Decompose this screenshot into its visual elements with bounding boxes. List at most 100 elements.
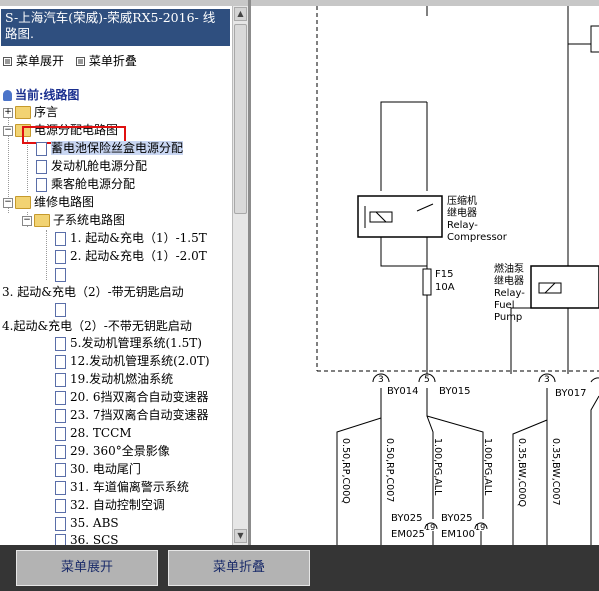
relay1-line3: Relay- [447,220,478,231]
folder-icon [15,106,31,119]
page-icon [55,249,66,264]
pin-number: 3 [378,375,384,385]
collapse-minus-icon[interactable]: − [22,215,32,226]
relay-coil-slash [544,282,556,294]
scroll-up-arrow-icon[interactable]: ▲ [234,7,247,21]
bottom-pin-number: 19 [425,523,435,532]
menu-expand-icon [3,57,12,66]
relay-coil-slash [375,211,387,223]
relay-switch [416,203,434,212]
tree-item-start-charge-no-keyless[interactable]: 4.起动&充电（2）-不带无钥匙启动 [2,319,192,334]
tree-item-ems-1-5t[interactable]: 5.发动机管理系统(1.5T) [55,336,202,351]
relay2-line2: 继电器 [494,274,524,287]
relay2-line3: Relay- [494,288,525,299]
tree-item-start-charge-1-5t[interactable]: 1. 起动&充电（1）-1.5T [55,231,207,246]
page-icon [55,498,66,513]
wire [567,6,591,45]
relay2-line4: Fuel [494,300,514,311]
tree-item-scs[interactable]: 36. SCS [55,533,119,545]
bottom-connector-label: EM025 [391,529,425,540]
component-box [590,25,599,53]
connector-label: BY014 [387,386,419,397]
page-icon [55,231,66,246]
wire-label: 0.50,RP,C00Q [340,438,351,504]
bottom-connector-label: BY025 [441,513,473,524]
page-icon [55,426,66,441]
pin-number: 3 [544,375,550,385]
page-icon [55,533,66,545]
wire-label: 1.00,PG,ALL [482,438,493,496]
tree-item-6dct[interactable]: 20. 6挡双离合自动变速器 [55,390,209,405]
collapse-minus-icon[interactable]: − [3,197,13,208]
wiring-diagram-canvas: 压缩机 继电器 Relay- Compressor F15 10A 燃油泵 继电… [316,6,599,545]
tree-scrollbar[interactable]: ▲ ▼ [232,6,248,545]
relay2-line1: 燃油泵 [494,262,524,275]
tree-line [27,140,28,192]
collapse-minus-icon[interactable]: − [3,125,13,136]
page-icon [55,480,66,495]
wire-label: 0.50,RP,C007 [384,438,395,502]
tree-item-tccm[interactable]: 28. TCCM [55,426,132,441]
tree-item-lane-departure[interactable]: 31. 车道偏离警示系统 [55,480,189,495]
scroll-down-arrow-icon[interactable]: ▼ [234,529,247,543]
page-icon [55,516,66,531]
tree-item-service-diagrams[interactable]: − 维修电路图 [3,195,94,210]
relay2-line5: Pump [494,312,522,323]
tree-item-engine-bay-power[interactable]: 发动机舱电源分配 [36,159,147,174]
pin-number: 5 [424,375,430,385]
tree-item-power-tailgate[interactable]: 30. 电动尾门 [55,462,141,477]
wire [590,395,599,545]
connector-label: BY017 [555,388,587,399]
expand-plus-icon[interactable]: + [3,107,13,118]
relay-fuel-pump-box [530,265,599,309]
fuse-label-rating: 10A [435,282,455,293]
page-icon [36,159,47,174]
tree-item-subsystem-diagrams[interactable]: − 子系统电路图 [22,213,125,228]
wire-label: 1.00,PG,ALL [432,438,443,496]
pin-connector-arc [590,377,599,383]
connector-label: BY015 [439,386,471,397]
collapse-menu-button[interactable]: 菜单折叠 [168,550,310,586]
folder-open-icon [15,196,31,209]
wire-label: 0.35,BW,C007 [550,438,561,506]
tree-item-preface[interactable]: + 序言 [3,105,58,120]
wire [380,237,427,267]
page-icon [55,354,66,369]
tree-item-7dct[interactable]: 23. 7挡双离合自动变速器 [55,408,209,423]
tree-pane: S-上海汽车(荣威)-荣威RX5-2016- 线路图. 菜单展开 菜单折叠 当前… [0,6,232,545]
current-location: 当前:线路图 [3,86,79,103]
bottom-connector-label: EM100 [441,529,475,540]
relay-compressor-box [357,195,443,238]
wiring-diagram[interactable]: 压缩机 继电器 Relay- Compressor F15 10A 燃油泵 继电… [251,6,599,545]
expand-menu-button[interactable]: 菜单展开 [16,550,158,586]
tree-item-empty-page[interactable] [55,267,70,282]
folder-open-icon [34,214,50,227]
tree-item-start-charge-2-0t[interactable]: 2. 起动&充电（1）-2.0T [55,249,207,264]
tree-item-auto-ac[interactable]: 32. 自动控制空调 [55,498,165,513]
scroll-thumb[interactable] [234,24,247,214]
wire-label: 0.35,BW,C00Q [516,438,527,507]
tree-item-ems-2-0t[interactable]: 12.发动机管理系统(2.0T) [55,354,210,369]
document-title: S-上海汽车(荣威)-荣威RX5-2016- 线路图. [1,9,230,46]
bottom-pin-number: 19 [475,523,485,532]
location-pin-icon [3,90,12,101]
page-icon [55,444,66,459]
page-icon [55,390,66,405]
page-icon [55,267,66,282]
tree-item-start-charge-keyless[interactable]: 3. 起动&充电（2）-带无钥匙启动 [2,285,184,300]
fuse-label-name: F15 [435,269,453,280]
menu-collapse-link[interactable]: 菜单折叠 [75,52,137,69]
tree-item-fuel-system[interactable]: 19.发动机燃油系统 [55,372,173,387]
fuse-f15 [422,268,432,296]
tree-item-cabin-power[interactable]: 乘客舱电源分配 [36,177,135,192]
menu-collapse-icon [75,57,85,66]
tree-item-empty-page[interactable] [55,302,70,317]
bottom-connector-label: BY025 [391,513,423,524]
tree-item-360-view[interactable]: 29. 360°全景影像 [55,444,170,459]
page-icon [55,408,66,423]
relay1-line2: 继电器 [447,206,477,219]
tree-item-battery-fuse-box[interactable]: 蓄电池保险丝盒电源分配 [36,141,184,156]
menu-expand-link[interactable]: 菜单展开 [3,52,64,69]
tree-item-abs[interactable]: 35. ABS [55,516,119,531]
page-icon [36,177,47,192]
